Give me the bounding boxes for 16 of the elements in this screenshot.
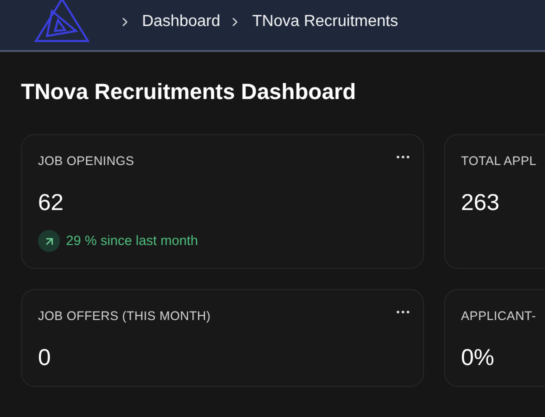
breadcrumb-link[interactable]: Dashboard [142, 10, 220, 34]
card-label: JOB OFFERS (THIS MONTH) [38, 308, 211, 324]
card-value: 0% [461, 344, 496, 370]
trend-text: 29 % since last month [66, 232, 198, 250]
more-options-icon[interactable] [396, 155, 410, 159]
triangle-logo-icon [34, 0, 90, 44]
more-options-icon[interactable] [396, 310, 410, 314]
card-value: 62 [38, 189, 65, 215]
card-label: TOTAL APPL [461, 153, 536, 169]
card-value: 0 [38, 344, 52, 370]
card-value: 263 [461, 189, 500, 215]
card-label: APPLICANT- [461, 308, 536, 324]
breadcrumb-link[interactable]: TNova Recruitments [252, 10, 398, 34]
page-title: TNova Recruitments Dashboard [21, 78, 357, 106]
card-label: JOB OPENINGS [38, 153, 134, 169]
arrow-up-right-icon [38, 230, 60, 252]
